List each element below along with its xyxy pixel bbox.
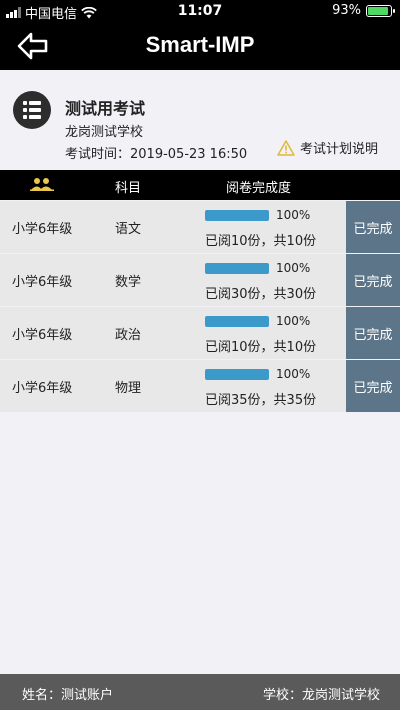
progress-percent: 100%	[276, 314, 311, 328]
group-icon	[30, 177, 54, 195]
progress-fill	[205, 210, 269, 221]
row-grade: 小学6年级	[12, 328, 73, 343]
column-subject: 科目	[115, 181, 142, 196]
page-title: Smart-IMP	[145, 32, 255, 57]
table-row: 小学6年级 政治 100% 已阅10份，共10份 已完成	[0, 307, 400, 359]
list-icon	[13, 91, 51, 129]
table-row: 小学6年级 语文 100% 已阅10份，共10份 已完成	[0, 201, 400, 253]
task-list: 小学6年级 语文 100% 已阅10份，共10份 已完成 小学6年级 数学 100% 已阅30份…	[0, 201, 400, 413]
status-button[interactable]: 已完成	[346, 307, 400, 359]
row-grade: 小学6年级	[12, 381, 73, 396]
exam-info: 测试用考试 龙岗测试学校 考试时间：2019-05-23 16:50 考试计划说…	[0, 70, 400, 170]
progress-count: 已阅10份，共10份	[205, 340, 317, 355]
row-grade: 小学6年级	[12, 275, 73, 290]
table-row: 小学6年级 物理 100% 已阅35份，共35份 已完成	[0, 360, 400, 412]
footer-user-name: 姓名：测试账户	[22, 688, 114, 703]
exam-plan-link[interactable]: 考试计划说明	[277, 138, 378, 157]
progress-count: 已阅30份，共30份	[205, 287, 317, 302]
battery-icon	[366, 4, 395, 17]
progress-bar	[205, 369, 269, 380]
nav-bar: Smart-IMP	[0, 22, 400, 70]
battery-fill	[368, 6, 389, 15]
progress-percent: 100%	[276, 208, 311, 222]
row-subject: 物理	[115, 381, 142, 396]
row-subject: 数学	[115, 275, 142, 290]
exam-plan-label: 考试计划说明	[300, 142, 379, 157]
progress-fill	[205, 263, 269, 274]
progress-fill	[205, 316, 269, 327]
status-bar: 中国电信 11:07 93%	[0, 0, 400, 22]
progress-percent: 100%	[276, 261, 311, 275]
exam-title: 测试用考试	[65, 99, 146, 118]
progress-count: 已阅35份，共35份	[205, 393, 317, 408]
battery-percent: 93%	[332, 3, 361, 18]
status-button[interactable]: 已完成	[346, 360, 400, 412]
progress-bar	[205, 210, 269, 221]
row-subject: 政治	[115, 328, 142, 343]
progress-count: 已阅10份，共10份	[205, 234, 317, 249]
status-button[interactable]: 已完成	[346, 201, 400, 253]
progress-percent: 100%	[276, 367, 311, 381]
row-grade: 小学6年级	[12, 222, 73, 237]
table-header: 科目 阅卷完成度	[0, 170, 400, 200]
exam-school: 龙岗测试学校	[65, 125, 144, 140]
row-subject: 语文	[115, 222, 142, 237]
exam-time: 考试时间：2019-05-23 16:50	[65, 147, 248, 162]
footer-school: 学校：龙岗测试学校	[262, 688, 380, 703]
progress-fill	[205, 369, 269, 380]
table-row: 小学6年级 数学 100% 已阅30份，共30份 已完成	[0, 254, 400, 306]
progress-bar	[205, 263, 269, 274]
warning-triangle-icon	[277, 139, 295, 156]
status-button[interactable]: 已完成	[346, 254, 400, 306]
status-right: 93%	[332, 3, 395, 18]
footer: 姓名：测试账户 学校：龙岗测试学校	[0, 674, 400, 710]
column-progress: 阅卷完成度	[226, 181, 292, 196]
progress-bar	[205, 316, 269, 327]
